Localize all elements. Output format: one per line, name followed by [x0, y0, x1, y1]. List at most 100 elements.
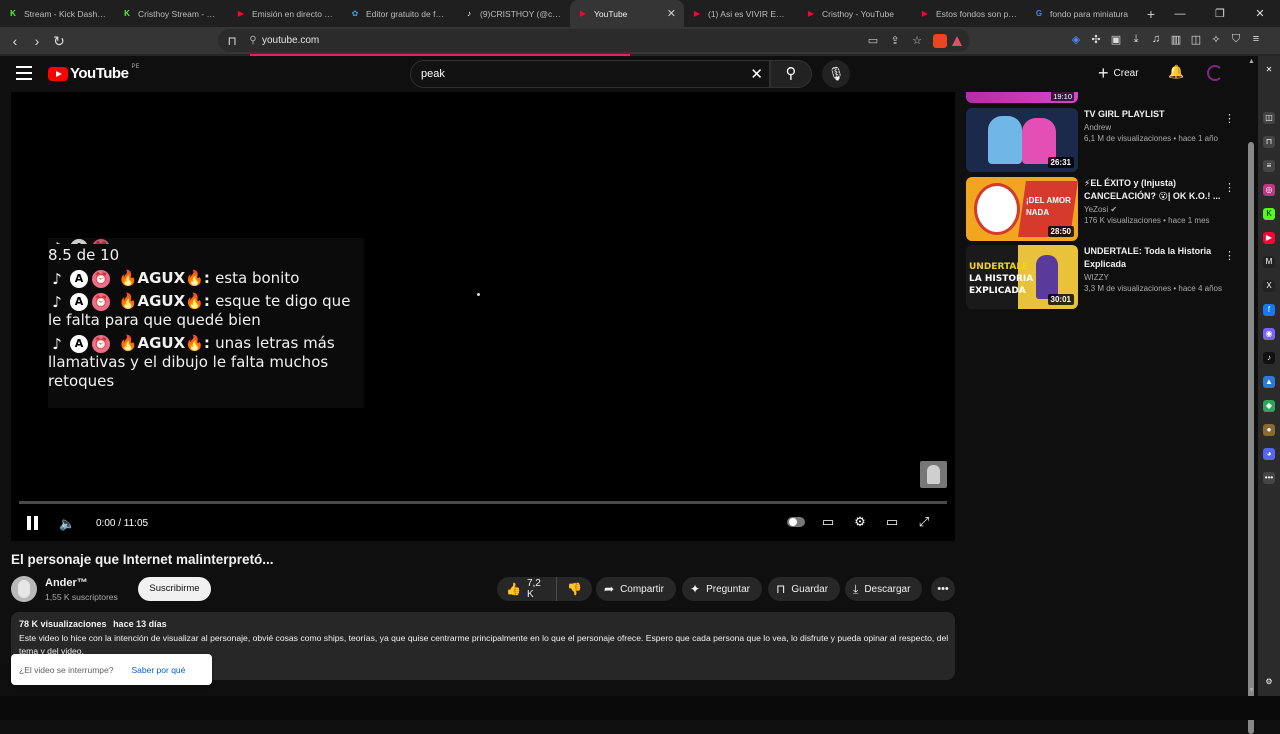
- media-icon[interactable]: ♫: [1150, 33, 1162, 47]
- browser-tab-active[interactable]: ▶ YouTube ✕: [570, 0, 684, 27]
- sidebar-icon[interactable]: ▥: [1170, 33, 1182, 47]
- site-info-icon[interactable]: ⚲: [244, 35, 262, 46]
- back-icon[interactable]: ‹: [4, 33, 26, 49]
- subscribe-button[interactable]: Suscribirme: [138, 577, 211, 601]
- more-options-icon[interactable]: ⋮: [1224, 249, 1235, 262]
- menu-m-icon[interactable]: M: [1263, 256, 1275, 268]
- vpn-icon[interactable]: ◈: [1070, 33, 1082, 47]
- extension-icon[interactable]: ●: [1263, 424, 1275, 436]
- more-options-icon[interactable]: ⋮: [1224, 112, 1235, 125]
- microphone-icon[interactable]: 🎙: [822, 60, 850, 88]
- new-tab-icon[interactable]: +: [1140, 6, 1162, 22]
- browser-tab[interactable]: K Stream - Kick Dashboa: [0, 0, 114, 27]
- recommendation-thumbnail[interactable]: ¡DEL AMOR NADA 28:50: [966, 177, 1078, 241]
- browser-tab[interactable]: ▶ (1) Asi es VIVIR EN VEN: [684, 0, 798, 27]
- messenger-icon[interactable]: ◉: [1263, 328, 1275, 340]
- fullscreen-icon[interactable]: ⤢: [915, 514, 933, 530]
- wallet-icon[interactable]: ◫: [1263, 112, 1275, 124]
- search-icon[interactable]: ⚲: [770, 60, 812, 88]
- recommendation-channel[interactable]: YeZosi ✔: [1084, 205, 1226, 214]
- youtube-logo[interactable]: YouTube PE: [48, 64, 139, 82]
- clear-search-icon[interactable]: ✕: [750, 65, 763, 83]
- scroll-up-icon[interactable]: ▲: [1248, 58, 1255, 65]
- seek-bar[interactable]: [19, 501, 947, 504]
- video-player[interactable]: ♪A⏰ 8.5 de 10 ♪A⏰ 🔥AGUX🔥: esta bonito ♪A…: [11, 92, 955, 541]
- vpn-shield-icon[interactable]: ◆: [1263, 400, 1275, 412]
- close-tab-icon[interactable]: ✕: [667, 7, 676, 20]
- shield-icon[interactable]: ⛉: [1230, 33, 1242, 47]
- settings-gear-icon[interactable]: ⚙: [851, 514, 869, 530]
- cast-icon[interactable]: ▭: [862, 34, 884, 47]
- facebook-icon[interactable]: f: [1263, 304, 1275, 316]
- recommendation-title[interactable]: UNDERTALE: Toda la Historia Explicada: [1084, 245, 1226, 271]
- create-button[interactable]: + Crear: [1098, 62, 1139, 84]
- save-button[interactable]: ⊓ Guardar: [768, 577, 841, 601]
- extensions-icon[interactable]: ✣: [1090, 33, 1102, 47]
- scroll-thumb[interactable]: [1248, 142, 1254, 734]
- discord-icon[interactable]: ◕: [1263, 448, 1275, 460]
- recommendation-title[interactable]: TV GIRL PLAYLIST: [1084, 108, 1226, 121]
- autoplay-toggle[interactable]: [787, 517, 805, 527]
- like-button[interactable]: 👍 7,2 K: [497, 577, 558, 601]
- channel-name[interactable]: Ander™: [45, 577, 88, 589]
- recommendation-item[interactable]: UNDERTALE LA HISTORIA EXPLICADA 30:01 UN…: [966, 245, 1246, 309]
- reading-list-icon[interactable]: ≡: [1263, 160, 1275, 172]
- scroll-down-icon[interactable]: ▼: [1248, 687, 1255, 694]
- app-icon[interactable]: ▲: [1263, 376, 1275, 388]
- share-button[interactable]: ➦ Compartir: [596, 577, 676, 601]
- recommendation-thumbnail[interactable]: UNDERTALE LA HISTORIA EXPLICADA 30:01: [966, 245, 1078, 309]
- ask-button[interactable]: ✦ Preguntar: [682, 577, 762, 601]
- menu-icon[interactable]: ≡: [1250, 33, 1262, 47]
- star-icon[interactable]: ☆: [906, 34, 928, 47]
- recommendation-thumbnail-partial[interactable]: 19:10: [966, 92, 1078, 103]
- more-actions-icon[interactable]: •••: [931, 577, 955, 601]
- address-bar[interactable]: ⊓ ⚲ youtube.com ▭ ⇪ ☆: [218, 29, 970, 52]
- search-input[interactable]: peak ✕: [410, 60, 770, 88]
- close-window-icon[interactable]: ✕: [1240, 7, 1280, 20]
- more-panel-icon[interactable]: •••: [1263, 472, 1275, 484]
- more-options-icon[interactable]: ⋮: [1224, 181, 1235, 194]
- kick-icon[interactable]: K: [1263, 208, 1275, 220]
- browser-tab[interactable]: ▶ Cristhoy - YouTube: [798, 0, 912, 27]
- forward-icon[interactable]: ›: [26, 33, 48, 49]
- browser-tab[interactable]: K Cristhoy Stream - Wat: [114, 0, 228, 27]
- account-avatar[interactable]: [1207, 65, 1223, 81]
- browser-tab[interactable]: ▶ Estos fondos son para: [912, 0, 1026, 27]
- reload-icon[interactable]: ↻: [48, 33, 70, 50]
- instagram-icon[interactable]: ◎: [1263, 184, 1275, 196]
- close-panel-icon[interactable]: ✕: [1263, 64, 1275, 76]
- tab-manager-icon[interactable]: ▣: [1110, 33, 1122, 47]
- volume-icon[interactable]: 🔈: [59, 516, 75, 532]
- recommendation-thumbnail[interactable]: 26:31: [966, 108, 1078, 172]
- recommendation-title[interactable]: ⚡EL ÉXITO y (Injusta) CANCELACIÓN? 😮| OK…: [1084, 177, 1226, 203]
- browser-tab[interactable]: G fondo para miniatura: [1026, 0, 1140, 27]
- hamburger-menu-icon[interactable]: [16, 66, 32, 80]
- browser-tab[interactable]: ✿ Editor gratuito de fotos: [342, 0, 456, 27]
- download-button[interactable]: ⤓ Descargar: [845, 577, 923, 601]
- tiktok-icon[interactable]: ♪: [1263, 352, 1275, 364]
- dislike-button[interactable]: 👎: [557, 582, 592, 596]
- wallet-icon[interactable]: ◫: [1190, 33, 1202, 47]
- subtitles-icon[interactable]: ▭: [819, 514, 837, 530]
- brave-rewards-icon[interactable]: [952, 35, 962, 46]
- youtube-icon[interactable]: ▶: [1263, 232, 1275, 244]
- channel-watermark[interactable]: [920, 461, 947, 488]
- bookmark-icon[interactable]: ⊓: [220, 34, 244, 48]
- recommendation-channel[interactable]: WIZZY: [1084, 273, 1226, 282]
- brave-shield-icon[interactable]: [933, 33, 947, 48]
- url-text[interactable]: youtube.com: [262, 35, 862, 46]
- minimize-icon[interactable]: —: [1160, 8, 1200, 20]
- x-twitter-icon[interactable]: X: [1263, 280, 1275, 292]
- bookmarks-icon[interactable]: ⊓: [1263, 136, 1275, 148]
- recommendation-item[interactable]: 26:31 TV GIRL PLAYLIST Andrew 6,1 M de v…: [966, 108, 1246, 172]
- page-scrollbar[interactable]: ▲ ▼: [1246, 56, 1256, 734]
- share-page-icon[interactable]: ⇪: [884, 34, 906, 47]
- panel-settings-icon[interactable]: ⚙: [1263, 676, 1275, 688]
- download-icon[interactable]: ⤓: [1130, 33, 1142, 47]
- notifications-bell-icon[interactable]: 🔔: [1168, 64, 1184, 80]
- theater-mode-icon[interactable]: ▭: [883, 514, 901, 530]
- recommendation-channel[interactable]: Andrew: [1084, 123, 1226, 132]
- restore-icon[interactable]: ❐: [1200, 7, 1240, 20]
- channel-avatar[interactable]: [11, 576, 37, 602]
- search-query[interactable]: peak: [421, 68, 445, 80]
